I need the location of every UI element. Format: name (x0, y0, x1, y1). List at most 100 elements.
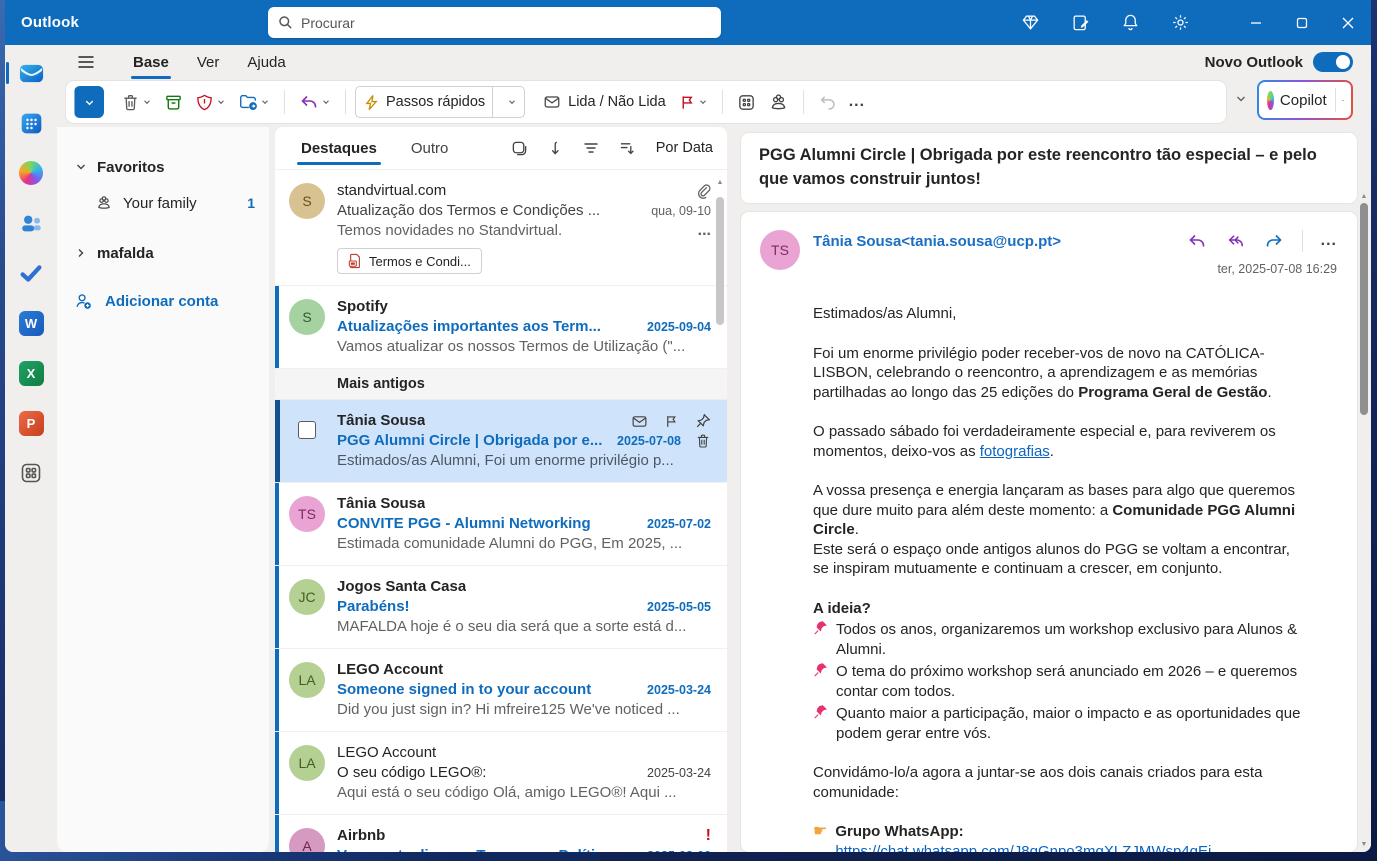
sender-name[interactable]: Tânia Sousa<tania.sousa@ucp.pt> (813, 230, 1061, 250)
filter-icon[interactable] (583, 141, 599, 155)
add-account-button[interactable]: Adicionar conta (57, 283, 269, 319)
copilot-button[interactable]: Copilot (1257, 80, 1353, 120)
tab-outro[interactable]: Outro (405, 132, 455, 165)
reply-button[interactable] (294, 86, 336, 118)
groups-icon[interactable] (763, 86, 794, 118)
email-date: 2025-09-04 (647, 320, 711, 334)
delete-email-icon[interactable] (695, 433, 711, 449)
new-outlook-label: Novo Outlook (1204, 53, 1303, 71)
subject-card: PGG Alumni Circle | Obrigada por este re… (741, 133, 1357, 203)
flag-icon[interactable] (664, 414, 679, 429)
message-date: ter, 2025-07-08 16:29 (1217, 262, 1337, 276)
email-date: 2025-03-24 (647, 683, 711, 697)
menu-tab-ajuda[interactable]: Ajuda (233, 50, 299, 75)
email-checkbox[interactable] (298, 421, 316, 439)
add-person-icon (76, 294, 91, 309)
more-commands-label: ... (848, 93, 866, 110)
new-email-dropdown[interactable] (74, 86, 104, 118)
reading-pane: PGG Alumni Circle | Obrigada por este re… (741, 133, 1357, 852)
email-overflow-ellipsis: ... (697, 222, 711, 239)
sender-avatar: TS (760, 230, 800, 270)
folder-your-family[interactable]: Your family 1 (57, 185, 269, 221)
notifications-bell-icon[interactable] (1119, 12, 1141, 34)
message-more-button[interactable]: ... (1321, 232, 1337, 250)
email-subject: Atualizações importantes aos Term... (337, 318, 601, 335)
rail-excel-icon[interactable]: X (17, 359, 45, 387)
new-outlook-toggle[interactable] (1313, 52, 1353, 72)
undo-icon[interactable] (813, 86, 842, 118)
envelope-icon (543, 93, 561, 111)
email-preview: Vamos atualizar os nossos Termos de Util… (337, 338, 686, 355)
avatar: S (289, 299, 325, 335)
whatsapp-link[interactable]: https://chat.whatsapp.com/J8qGnpo3mgXLZJ… (835, 843, 1211, 853)
close-button[interactable] (1325, 0, 1371, 45)
maximize-button[interactable] (1279, 0, 1325, 45)
tab-destaques[interactable]: Destaques (295, 132, 383, 165)
account-mafalda[interactable]: mafalda (57, 235, 269, 271)
email-preview: Estimada comunidade Alumni do PGG, Em 20… (337, 535, 683, 552)
settings-gear-icon[interactable] (1169, 12, 1191, 34)
pin-icon[interactable] (695, 413, 711, 429)
email-row[interactable]: S Spotify Atualizações importantes aos T… (275, 286, 727, 369)
fotografias-link[interactable]: fotografias (980, 443, 1050, 460)
report-button[interactable] (190, 86, 231, 118)
rail-word-icon[interactable]: W (17, 309, 45, 337)
hamburger-menu-icon[interactable] (71, 49, 101, 75)
minimize-button[interactable] (1233, 0, 1279, 45)
email-row[interactable]: LA LEGO Account O seu código LEGO®: 2025… (275, 732, 727, 815)
rail-people-icon[interactable] (17, 209, 45, 237)
email-row[interactable]: S standvirtual.com Atualização dos Termo… (275, 170, 727, 286)
forward-icon[interactable] (1264, 231, 1284, 251)
favorites-header[interactable]: Favoritos (57, 149, 269, 185)
email-row[interactable]: JC Jogos Santa Casa Parabéns! 2025-05-05… (275, 566, 727, 649)
rail-more-apps-icon[interactable] (17, 459, 45, 487)
premium-icon[interactable] (1019, 12, 1041, 34)
email-row[interactable]: TS Tânia Sousa CONVITE PGG - Alumni Netw… (275, 483, 727, 566)
avatar: LA (289, 662, 325, 698)
archive-button[interactable] (159, 86, 188, 118)
email-row[interactable]: A Airbnb ! Vamos atualizar os Termos e a… (275, 815, 727, 852)
ribbon-collapse-icon[interactable] (1235, 93, 1247, 105)
quick-steps-button[interactable]: Passos rápidos (355, 86, 526, 118)
rail-powerpoint-icon[interactable]: P (17, 409, 45, 437)
chevron-down-icon (77, 164, 85, 170)
menu-tab-ver[interactable]: Ver (183, 50, 234, 75)
new-email-button[interactable]: Novo e-mail (74, 86, 186, 171)
attachment-chip[interactable]: Termos e Condi... (337, 248, 482, 274)
rail-mail-icon[interactable] (6, 59, 45, 87)
sort-by-icon[interactable] (619, 141, 636, 156)
move-to-button[interactable] (233, 86, 275, 118)
delete-button[interactable] (116, 86, 157, 118)
email-subject: Parabéns! (337, 598, 410, 615)
avatar: LA (289, 745, 325, 781)
sort-direction-icon[interactable] (548, 140, 563, 156)
rail-todo-icon[interactable] (17, 259, 45, 287)
quick-steps-dropdown[interactable] (500, 97, 524, 107)
message-list-scrollbar[interactable]: ▲ (716, 175, 724, 846)
read-unread-button[interactable]: Lida / Não Lida (537, 86, 672, 118)
reply-all-icon[interactable] (1225, 231, 1246, 251)
notes-icon[interactable] (1069, 12, 1091, 34)
email-row-selected[interactable]: Tânia Sousa PGG Alumni Circle | Obrigada… (275, 400, 727, 483)
more-commands-button[interactable]: ... (844, 86, 870, 118)
reply-icon[interactable] (1187, 231, 1207, 251)
sort-by-label[interactable]: Por Data (656, 140, 713, 156)
rail-calendar-icon[interactable] (17, 109, 45, 137)
reading-pane-scrollbar[interactable]: ▲ ▼ (1357, 127, 1371, 852)
email-subject-title: PGG Alumni Circle | Obrigada por este re… (759, 146, 1317, 188)
flag-button[interactable] (674, 86, 713, 118)
rail-copilot-icon[interactable] (17, 159, 45, 187)
mark-read-envelope-icon[interactable] (631, 413, 648, 430)
email-date: qua, 09-10 (651, 204, 711, 218)
email-row[interactable]: LA LEGO Account Someone signed in to you… (275, 649, 727, 732)
switcher-grid-icon[interactable] (732, 86, 761, 118)
email-subject: O seu código LEGO®: (337, 764, 487, 781)
select-messages-icon[interactable] (511, 140, 528, 157)
app-title: Outlook (21, 14, 80, 31)
chevron-right-icon (78, 249, 84, 257)
search-input[interactable]: Procurar (268, 7, 721, 38)
folder-pane: Favoritos Your family 1 mafalda Adiciona… (57, 127, 269, 852)
idea-item: Quanto maior a participação, maior o imp… (813, 704, 1309, 743)
family-group-icon (98, 196, 110, 209)
menu-tab-base[interactable]: Base (119, 50, 183, 79)
